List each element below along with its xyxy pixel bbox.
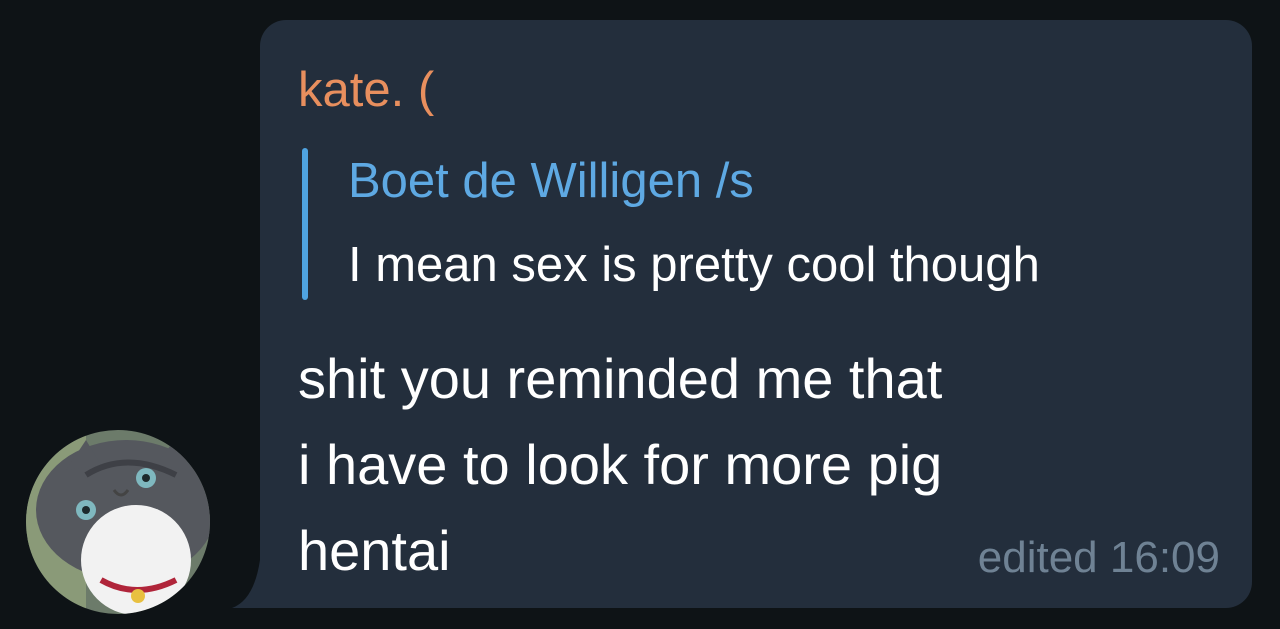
reply-accent-bar [302, 148, 308, 300]
message-line: shit you reminded me that [298, 347, 943, 410]
reply-text: I mean sex is pretty cool though [348, 238, 1040, 292]
message-meta: edited 16:09 [978, 532, 1220, 584]
edited-label: edited [977, 533, 1098, 582]
chat-view: kate. ( Boet de Willigen /s I mean sex i… [0, 0, 1280, 629]
avatar[interactable] [26, 430, 210, 614]
message-line: i have to look for more pig [298, 433, 943, 496]
message-time: 16:09 [1109, 533, 1220, 582]
message-bubble[interactable]: kate. ( Boet de Willigen /s I mean sex i… [260, 20, 1252, 608]
reply-preview[interactable]: Boet de Willigen /s I mean sex is pretty… [302, 148, 1232, 300]
sender-name[interactable]: kate. ( [298, 62, 434, 118]
cat-avatar-icon [26, 430, 210, 614]
reply-author: Boet de Willigen /s [348, 154, 754, 208]
